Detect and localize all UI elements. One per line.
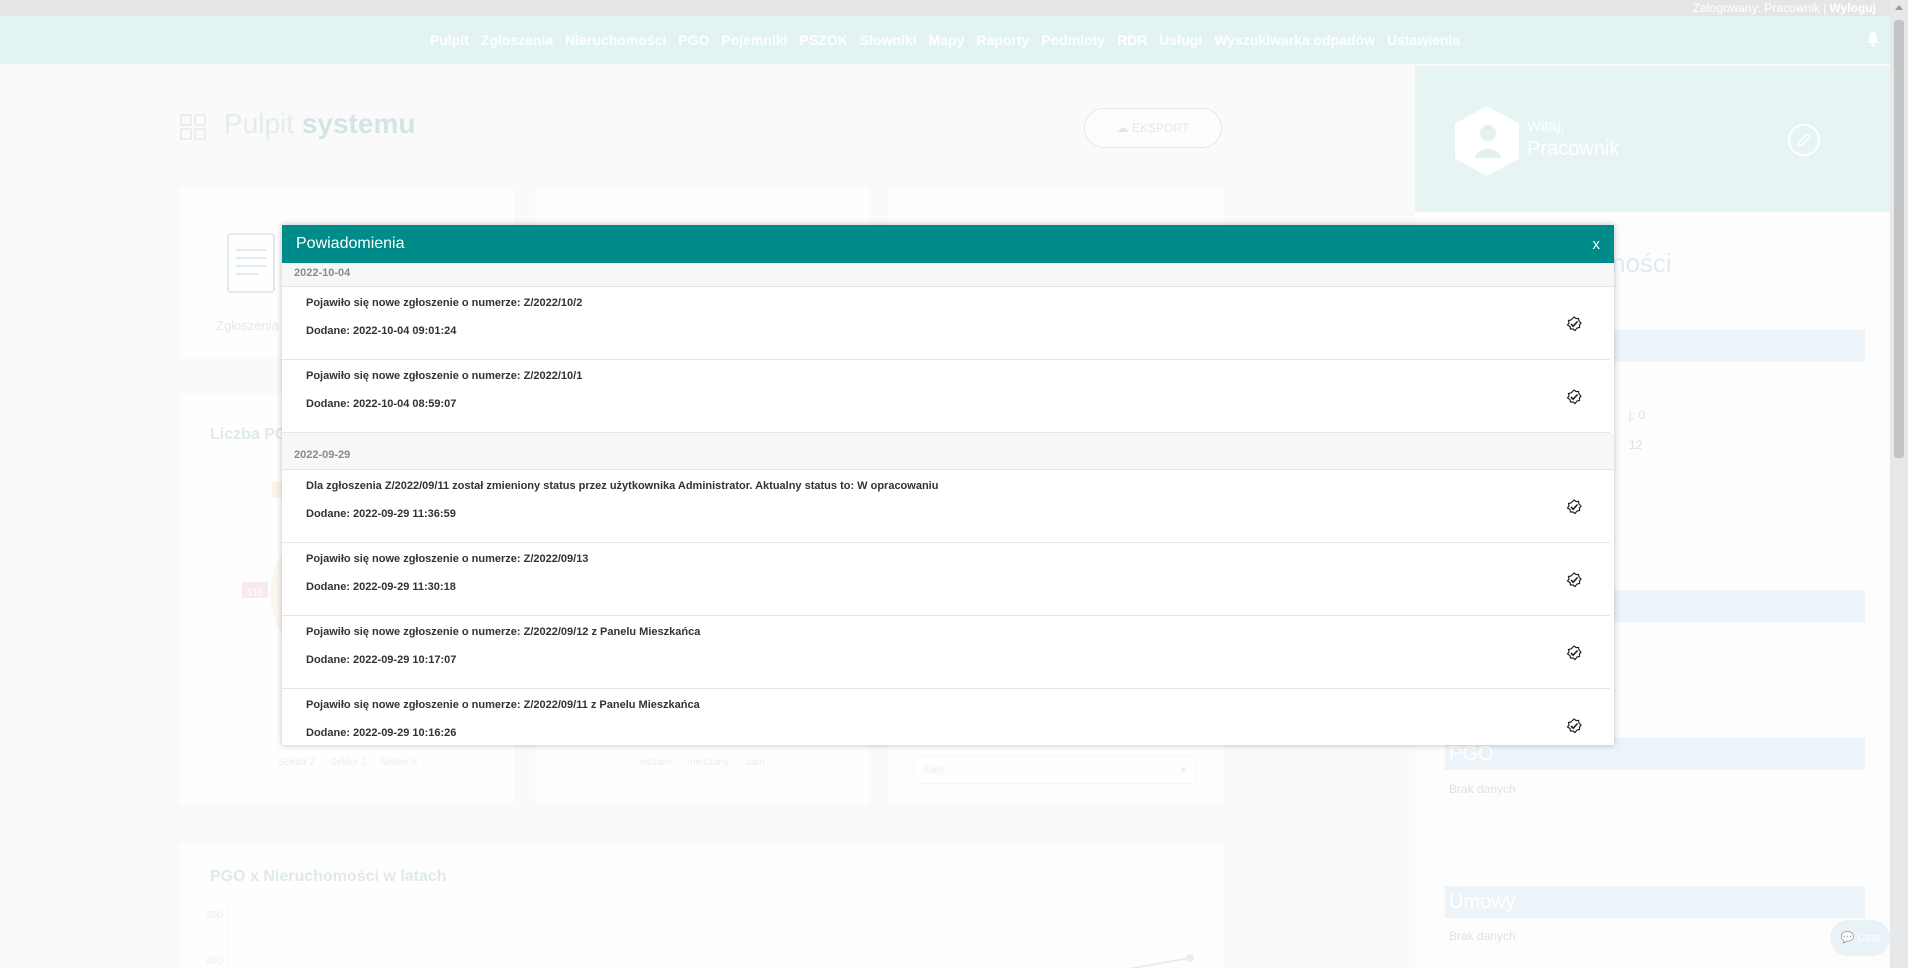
notification-date: Dodane: 2022-10-04 08:59:07 [306, 398, 457, 410]
mark-read-icon[interactable] [1566, 572, 1582, 588]
notification-text: Pojawiło się nowe zgłoszenie o numerze: … [306, 553, 589, 565]
modal-title: Powiadomienia [296, 235, 405, 252]
notifications-list[interactable]: 2022-10-04 Pojawiło się nowe zgłoszenie … [282, 263, 1614, 745]
close-button[interactable]: x [1593, 236, 1601, 253]
mark-read-icon[interactable] [1566, 499, 1582, 515]
notifications-modal: Powiadomienia x 2022-10-04 Pojawiło się … [282, 225, 1614, 745]
notification-date: Dodane: 2022-09-29 10:16:26 [306, 727, 457, 739]
date-group-header: 2022-09-29 [282, 433, 1614, 470]
notification-item: Dla zgłoszenia Z/2022/09/11 został zmien… [282, 470, 1610, 543]
notification-item: Pojawiło się nowe zgłoszenie o numerze: … [282, 360, 1610, 433]
notification-date: Dodane: 2022-09-29 10:17:07 [306, 654, 457, 666]
notification-text: Pojawiło się nowe zgłoszenie o numerze: … [306, 297, 583, 309]
notification-date: Dodane: 2022-09-29 11:36:59 [306, 508, 456, 520]
notification-item: Pojawiło się nowe zgłoszenie o numerze: … [282, 287, 1610, 360]
notification-text: Pojawiło się nowe zgłoszenie o numerze: … [306, 699, 700, 711]
date-group-header: 2022-10-04 [282, 263, 1614, 287]
page-scrollbar[interactable] [1890, 0, 1908, 968]
mark-read-icon[interactable] [1566, 718, 1582, 734]
notification-item: Pojawiło się nowe zgłoszenie o numerze: … [282, 689, 1610, 745]
notification-date: Dodane: 2022-09-29 11:30:18 [306, 581, 456, 593]
scrollbar-thumb[interactable] [1894, 20, 1904, 458]
notification-item: Pojawiło się nowe zgłoszenie o numerze: … [282, 543, 1610, 616]
notification-text: Pojawiło się nowe zgłoszenie o numerze: … [306, 370, 583, 382]
notification-date: Dodane: 2022-10-04 09:01:24 [306, 325, 457, 337]
mark-read-icon[interactable] [1566, 645, 1582, 661]
notification-text: Pojawiło się nowe zgłoszenie o numerze: … [306, 626, 701, 638]
scroll-up-arrow-icon[interactable] [1895, 5, 1903, 10]
mark-read-icon[interactable] [1566, 316, 1582, 332]
notification-item: Pojawiło się nowe zgłoszenie o numerze: … [282, 616, 1610, 689]
mark-read-icon[interactable] [1566, 389, 1582, 405]
notification-text: Dla zgłoszenia Z/2022/09/11 został zmien… [306, 480, 939, 492]
modal-header: Powiadomienia x [282, 225, 1614, 263]
